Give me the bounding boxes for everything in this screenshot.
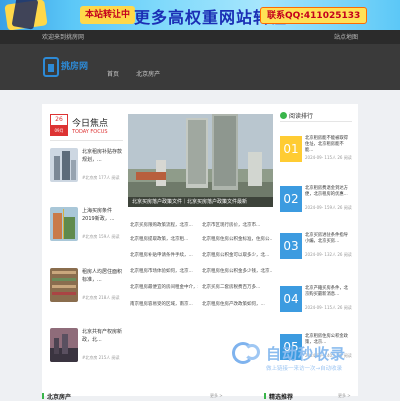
- list-item-title[interactable]: 租房人均居住面积标准，...: [82, 268, 124, 284]
- article-link[interactable]: 北京市区现行房价，北京市...: [202, 222, 272, 228]
- date-day: 26: [50, 114, 68, 126]
- article-link[interactable]: 北京租房住房公积金多少钱，北京...: [202, 268, 272, 274]
- section-header: 北京房产 更多 >: [42, 392, 232, 401]
- divider: [280, 121, 352, 122]
- article-row: 北京租房市场体验如何，北京... 北京租房住房公积金多少钱，北京...: [128, 268, 273, 277]
- rank-number: 04: [280, 286, 302, 312]
- watermark-brand: 自动秒收录: [266, 345, 347, 363]
- article-link[interactable]: 北京租房市场体验如何，北京...: [130, 268, 198, 274]
- list-item-meta: #北京房 218人 阅读: [82, 295, 120, 300]
- ranking-item[interactable]: 01 北京租房能不能被取得住址，北京租房能不能... 2024-09- 115人…: [280, 136, 352, 176]
- list-item[interactable]: 北京共有产权房新政，北... #北京房 215人 阅读: [50, 328, 123, 366]
- article-row: 北京租房补贴申请条件手续，... 北京租房公积金可以取多少，北...: [128, 252, 273, 261]
- list-item-title[interactable]: 北京共有产权房新政，北...: [82, 328, 124, 344]
- article-link[interactable]: 北京租房提取政策，北京租...: [130, 236, 198, 242]
- ranking-item[interactable]: 04 北京产籍买房条件，北京购买最新消息... 2024-09- 115人 26…: [280, 286, 352, 326]
- construction-thumbnail: [50, 207, 78, 241]
- focus-title: 今日焦点: [72, 119, 109, 129]
- banner-contact[interactable]: 联系QQ:411025133: [260, 7, 368, 24]
- list-item-meta: #北京房 215人 阅读: [82, 355, 120, 360]
- rank-number: 03: [280, 233, 302, 259]
- ranking-item[interactable]: 02 北京租房费退金到达方便，北京租房的优惠... 2024-09- 159人 …: [280, 186, 352, 226]
- date-month: 09月: [50, 126, 68, 136]
- date-badge: 26 09月: [50, 114, 68, 136]
- image-slider[interactable]: 北京买房落户政策文件｜北京买房落户政策文件最新: [128, 114, 273, 207]
- main-nav: 首页 北京房产: [107, 61, 172, 80]
- watermark: 自动秒收录 做上链接一来访一次→自动收录: [232, 334, 382, 378]
- article-link[interactable]: 北京租房住房产改政策如何，...: [202, 301, 272, 307]
- rank-title[interactable]: 北京租房能不能被取得住址，北京租房能不能...: [305, 136, 351, 154]
- article-link[interactable]: 北京买房限购政策流程，北京...: [130, 222, 198, 228]
- article-link[interactable]: 南京租房容易受的区域，南京...: [130, 301, 198, 307]
- rank-meta: 2024-09- 159人 26 阅读: [305, 205, 352, 210]
- logo-icon: [43, 57, 59, 77]
- logo-text: 挑房网: [61, 62, 89, 72]
- watermark-slogan: 做上链接一来访一次→自动收录: [266, 366, 343, 372]
- apartments-thumbnail: [50, 268, 78, 302]
- top-bar: 欢迎来到挑房网 站点地图: [0, 30, 400, 44]
- ranking-title: 阅读排行: [289, 113, 314, 120]
- article-row: 南京租房容易受的区域，南京... 北京租房住房产改政策如何，...: [128, 301, 273, 310]
- rank-number: 01: [280, 136, 302, 162]
- building-thumbnail: [50, 148, 78, 182]
- focus-subtitle: TODAY FOCUS: [72, 129, 108, 135]
- ranking-item[interactable]: 03 北京买房进驻条件指导小编，北京买房... 2024-09- 132人 26…: [280, 233, 352, 273]
- article-link[interactable]: 北京租房公积金可以取多少，北...: [202, 252, 272, 258]
- slider-caption[interactable]: 北京买房落户政策文件｜北京买房落户政策文件最新: [132, 198, 247, 205]
- article-link[interactable]: 北京买房二套房税费百万多...: [202, 284, 272, 290]
- section-header: 精选推荐 更多 >: [264, 392, 358, 401]
- rank-number: 02: [280, 186, 302, 212]
- section-marker: [42, 393, 44, 399]
- rank-title[interactable]: 北京租房费退金到达方便，北京租房的优惠...: [305, 186, 351, 198]
- rank-title[interactable]: 北京买房进驻条件指导小编，北京买房...: [305, 233, 351, 245]
- top-banner-ad[interactable]: 本站转让中 更多高权重网站转让 联系QQ:411025133: [0, 0, 400, 30]
- list-item-meta: #北京房 159人 阅读: [82, 234, 120, 239]
- article-link[interactable]: 北京租房最便宜的房间租金中介，北...: [130, 284, 198, 290]
- list-item[interactable]: 上海买房条件2019新政，... #北京房 159人 阅读: [50, 207, 123, 245]
- list-item[interactable]: 租房人均居住面积标准，... #北京房 218人 阅读: [50, 268, 123, 306]
- divider: [50, 140, 123, 141]
- section-marker: [264, 393, 266, 399]
- ranking-icon: [280, 112, 287, 119]
- welcome-text: 欢迎来到挑房网: [42, 34, 85, 41]
- article-link[interactable]: 北京租房补贴申请条件手续，...: [130, 252, 198, 258]
- article-row: 北京买房限购政策流程，北京... 北京市区现行房价，北京市...: [128, 222, 273, 231]
- more-link[interactable]: 更多 >: [210, 393, 223, 399]
- rank-meta: 2024-09- 115人 26 阅读: [305, 155, 352, 160]
- site-logo[interactable]: 挑房网: [43, 55, 89, 81]
- rank-meta: 2024-09- 132人 26 阅读: [305, 252, 352, 257]
- rank-title[interactable]: 北京产籍买房条件，北京购买最新消息...: [305, 286, 351, 298]
- rank-meta: 2024-09- 115人 26 阅读: [305, 305, 352, 310]
- list-item-meta: #北京房 177人 阅读: [82, 175, 120, 180]
- slider-image: [128, 114, 273, 207]
- city-thumbnail: [50, 328, 78, 362]
- article-row: 北京租房提取政策，北京租... 北京租房住房公积金标准，住房公...: [128, 236, 273, 245]
- watermark-logo-icon-2: [244, 344, 260, 360]
- article-row: 北京租房最便宜的房间租金中介，北... 北京买房二套房税费百万多...: [128, 284, 273, 293]
- list-item[interactable]: 北京租房补贴存款规划，... #北京房 177人 阅读: [50, 148, 123, 186]
- slider-dots: [242, 200, 267, 207]
- banner-badge: 本站转让中: [80, 6, 136, 24]
- article-link[interactable]: 北京租房住房公积金标准，住房公...: [202, 236, 272, 242]
- site-header: 挑房网 首页 北京房产: [0, 44, 400, 90]
- list-item-title[interactable]: 北京租房补贴存款规划，...: [82, 148, 124, 164]
- sitemap-link[interactable]: 站点地图: [334, 32, 358, 41]
- nav-item-home[interactable]: 首页: [107, 69, 119, 78]
- list-item-title[interactable]: 上海买房条件2019新政，...: [82, 207, 124, 223]
- nav-item-beijing[interactable]: 北京房产: [136, 69, 160, 78]
- more-link[interactable]: 更多 >: [338, 393, 351, 399]
